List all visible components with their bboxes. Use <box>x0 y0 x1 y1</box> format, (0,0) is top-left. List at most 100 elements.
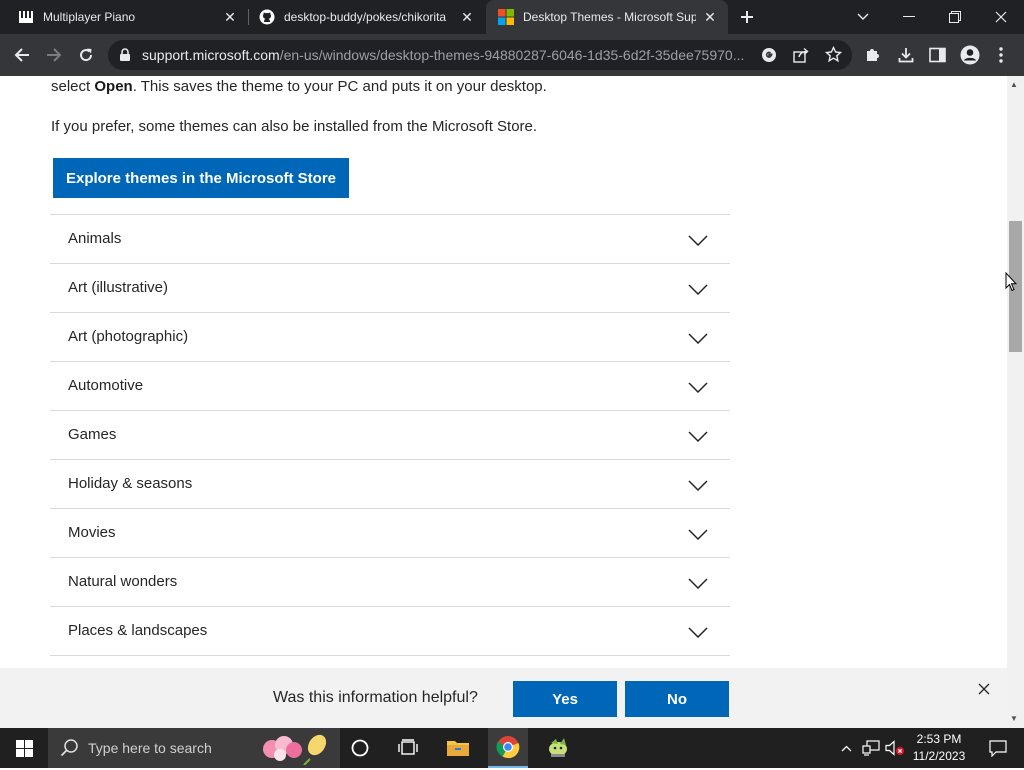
share-icon[interactable] <box>793 47 810 68</box>
search-icon <box>60 738 79 762</box>
google-icon[interactable] <box>761 47 777 68</box>
feedback-bar <box>0 668 1007 728</box>
chevron-down-icon <box>688 282 708 300</box>
network-button[interactable] <box>860 728 882 768</box>
category-label: Art (illustrative) <box>68 279 169 296</box>
lock-icon[interactable] <box>119 48 131 67</box>
page-scrollbar[interactable] <box>1007 76 1024 728</box>
chevron-down-icon <box>688 576 708 594</box>
chevron-up-icon <box>841 745 851 751</box>
reload-button[interactable] <box>73 42 99 68</box>
tab-title: Desktop Themes - Microsoft Support <box>523 10 696 24</box>
volume-button[interactable] <box>884 728 906 768</box>
category-movies[interactable]: Movies <box>50 509 730 558</box>
download-icon[interactable] <box>897 46 915 69</box>
category-holiday-seasons[interactable]: Holiday & seasons <box>50 460 730 509</box>
network-icon <box>862 740 880 756</box>
page-content: select Open. This saves the theme to you… <box>0 76 1007 728</box>
cortana-button[interactable] <box>340 728 380 768</box>
plus-icon <box>741 11 753 23</box>
close-icon <box>995 11 1007 23</box>
category-label: Places & landscapes <box>68 622 208 639</box>
chrome-taskbar-button[interactable] <box>488 728 528 768</box>
category-games[interactable]: Games <box>50 411 730 460</box>
feedback-yes-button[interactable]: Yes <box>513 681 617 717</box>
back-button[interactable] <box>9 42 35 68</box>
microsoft-icon <box>498 9 514 25</box>
close-tab-icon[interactable]: ✕ <box>702 9 718 25</box>
close-icon[interactable] <box>975 680 993 698</box>
chrome-icon <box>496 736 520 759</box>
restore-button[interactable] <box>932 0 978 34</box>
search-placeholder: Type here to search <box>88 740 212 756</box>
tab-desktop-themes[interactable]: Desktop Themes - Microsoft Support ✕ <box>486 0 728 34</box>
scroll-up-arrow-icon[interactable]: ▲ <box>1010 80 1018 89</box>
category-natural-wonders[interactable]: Natural wonders <box>50 558 730 607</box>
category-art-illustrative[interactable]: Art (illustrative) <box>50 264 730 313</box>
file-explorer-button[interactable] <box>438 728 478 768</box>
close-tab-icon[interactable]: ✕ <box>222 9 238 25</box>
feedback-no-button[interactable]: No <box>625 681 729 717</box>
explore-store-button[interactable]: Explore themes in the Microsoft Store <box>53 158 349 198</box>
tab-search-button[interactable] <box>840 0 886 34</box>
start-button[interactable] <box>0 728 48 768</box>
minimize-button[interactable] <box>886 0 932 34</box>
bookmark-star-icon[interactable] <box>824 45 843 68</box>
chevron-down-icon <box>688 527 708 545</box>
task-view-icon <box>398 739 418 755</box>
intro-bold-open: Open <box>94 78 133 95</box>
chevron-down-icon <box>688 625 708 643</box>
chevron-down-icon <box>857 13 869 20</box>
scroll-down-arrow-icon[interactable]: ▼ <box>1010 714 1018 723</box>
cortana-circle-icon <box>351 739 369 757</box>
category-label: Animals <box>68 230 122 247</box>
folder-icon <box>447 741 469 756</box>
close-window-button[interactable] <box>978 0 1024 34</box>
chevron-down-icon <box>688 429 708 447</box>
reload-icon <box>80 48 93 62</box>
tab-multiplayer-piano[interactable]: Multiplayer Piano ✕ <box>0 0 248 34</box>
feedback-question: Was this information helpful? <box>273 689 478 706</box>
tab-title: Multiplayer Piano <box>43 10 136 24</box>
volume-muted-icon <box>885 740 904 756</box>
chevron-down-icon <box>688 233 708 251</box>
url-host: support.microsoft.com <box>142 47 280 63</box>
taskbar-clock[interactable]: 2:53 PM 11/2/2023 <box>906 731 972 765</box>
notification-center-icon <box>989 739 1007 757</box>
task-view-button[interactable] <box>388 728 428 768</box>
category-label: Natural wonders <box>68 573 178 590</box>
category-animals[interactable]: Animals <box>50 215 730 264</box>
arrow-left-icon <box>14 48 29 62</box>
tab-github[interactable]: desktop-buddy/pokes/chikorita ✕ <box>249 0 485 34</box>
category-places-landscapes[interactable]: Places & landscapes <box>50 607 730 656</box>
clock-date: 11/2/2023 <box>912 749 966 763</box>
side-panel-icon[interactable] <box>929 47 946 68</box>
desktop-buddy-button[interactable] <box>538 728 578 768</box>
category-label: Art (photographic) <box>68 328 189 345</box>
new-tab-button[interactable] <box>725 0 769 34</box>
chevron-down-icon <box>688 478 708 496</box>
profile-avatar-icon[interactable] <box>960 45 980 70</box>
category-art-photographic[interactable]: Art (photographic) <box>50 313 730 362</box>
category-label: Holiday & seasons <box>68 475 193 492</box>
extensions-icon[interactable] <box>864 46 882 69</box>
show-hidden-icons-button[interactable] <box>836 728 856 768</box>
intro-prefix: select <box>51 78 95 95</box>
url-text[interactable]: support.microsoft.com/en-us/windows/desk… <box>142 47 754 63</box>
theme-categories-accordion: Animals Art (illustrative) Art (photogra… <box>50 214 730 656</box>
category-automotive[interactable]: Automotive <box>50 362 730 411</box>
category-label: Games <box>68 426 117 443</box>
close-tab-icon[interactable]: ✕ <box>459 9 475 25</box>
url-path: /en-us/windows/desktop-themes-94880287-6… <box>279 47 745 63</box>
github-icon <box>259 9 275 25</box>
category-label: Automotive <box>68 377 144 394</box>
chevron-down-icon <box>688 380 708 398</box>
notifications-button[interactable] <box>978 728 1018 768</box>
chevron-down-icon <box>688 331 708 349</box>
minimize-icon <box>903 16 915 17</box>
forward-button[interactable] <box>41 42 67 68</box>
clock-time: 2:53 PM <box>916 732 962 746</box>
windows-logo-icon <box>15 739 33 757</box>
flowers-decoration-icon <box>260 731 332 770</box>
menu-kebab-icon[interactable] <box>998 46 1004 69</box>
